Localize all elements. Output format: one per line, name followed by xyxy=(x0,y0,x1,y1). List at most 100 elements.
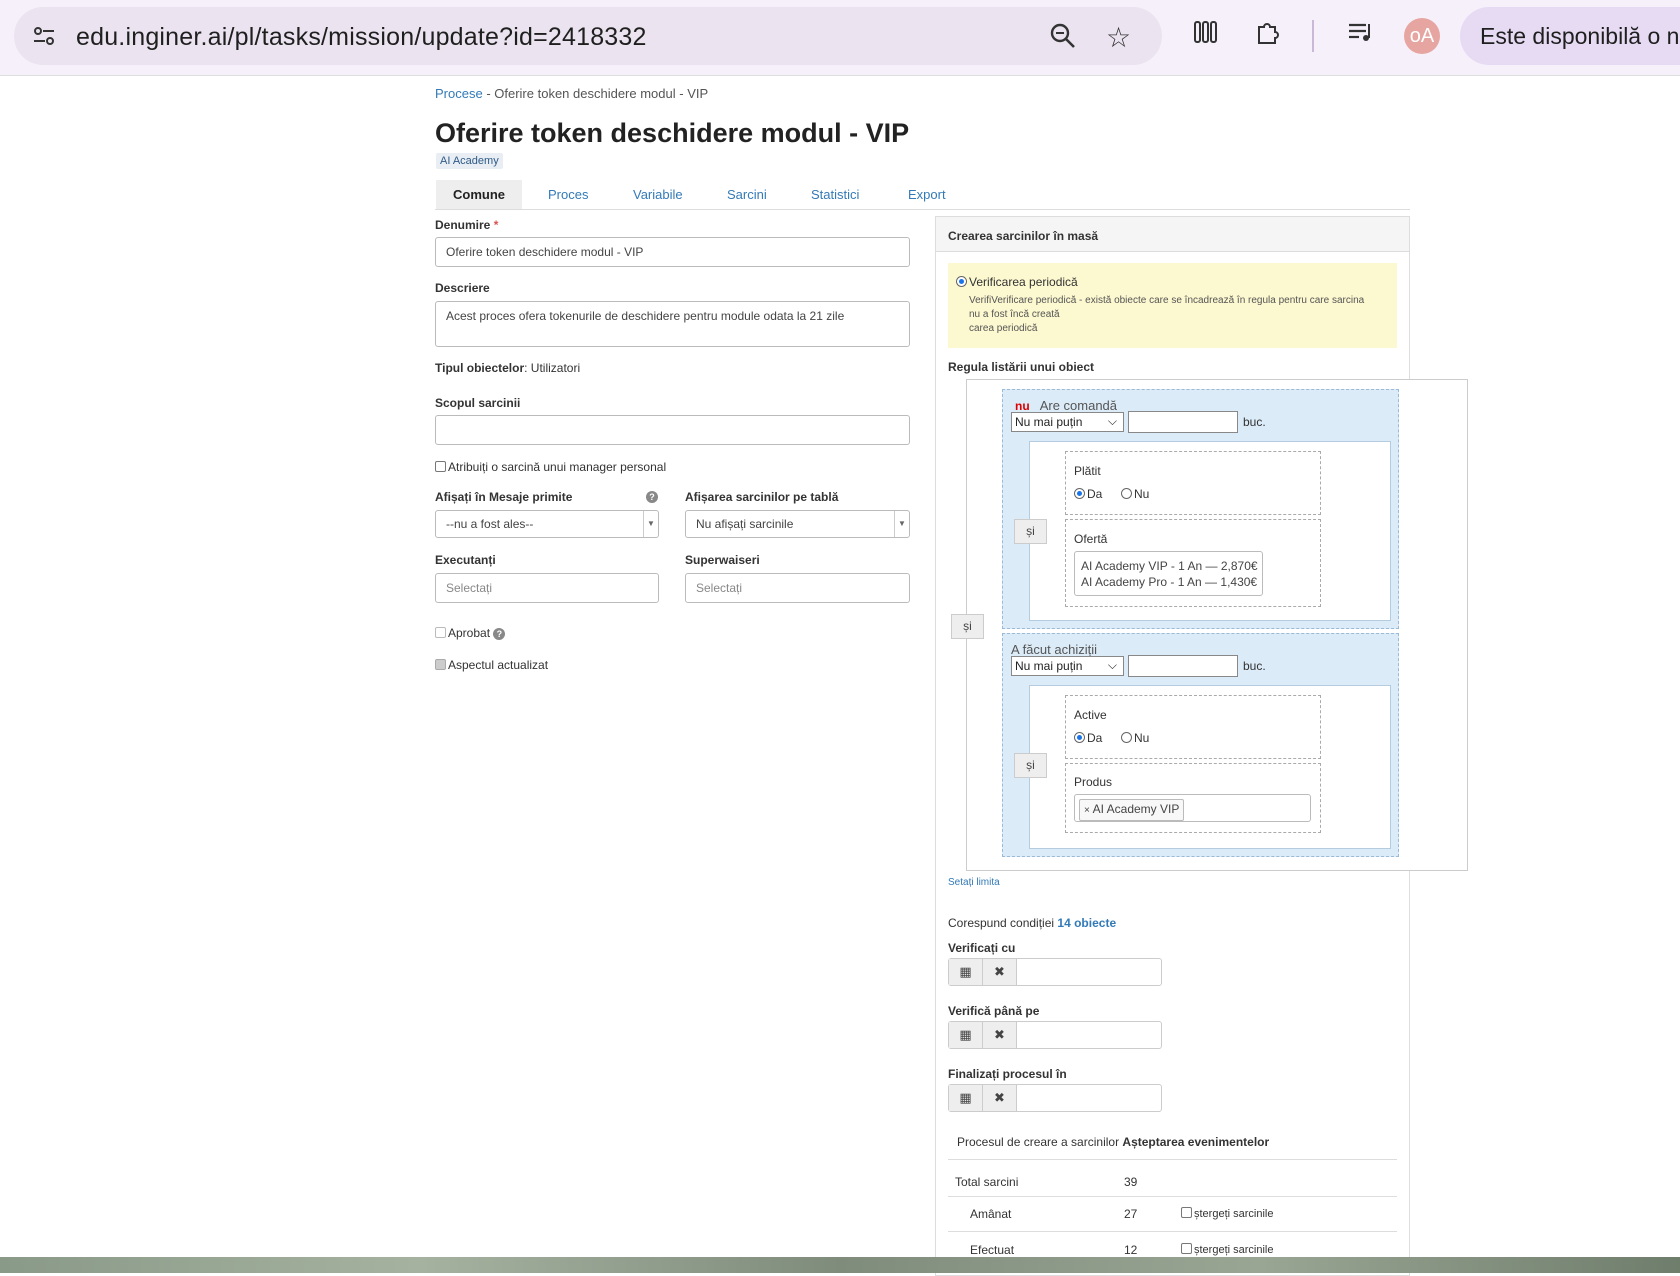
help-icon[interactable]: ? xyxy=(646,491,658,503)
condition-has-order: nu Are comandă Nu mai puțin ⌵ buc. și Plă… xyxy=(1002,389,1399,629)
bookmark-star-icon[interactable]: ☆ xyxy=(1106,21,1131,54)
stats-value: 39 xyxy=(1124,1175,1138,1189)
offer-option[interactable]: AI Academy Pro - 1 An — 1,430€ xyxy=(1081,574,1257,590)
zoom-icon[interactable] xyxy=(1050,23,1076,49)
bulk-task-panel: Crearea sarcinilor în masă Verificarea p… xyxy=(935,216,1468,1276)
tab-export[interactable]: Export xyxy=(908,180,946,209)
and-button[interactable]: și xyxy=(1014,519,1047,544)
profile-avatar[interactable]: oA xyxy=(1404,18,1440,54)
remove-chip-icon[interactable]: × xyxy=(1084,805,1093,816)
inbox-select[interactable]: --nu a fost ales-- ▼ xyxy=(435,510,659,538)
toolbar-divider xyxy=(1312,20,1314,52)
match-summary: Corespund condiției 14 obiecte xyxy=(948,916,1117,930)
tab-sarcini[interactable]: Sarcini xyxy=(727,180,767,209)
check-from-date[interactable]: ▦ ✖ xyxy=(948,958,1162,986)
match-count-link[interactable]: 14 obiecte xyxy=(1057,916,1116,930)
calendar-icon[interactable]: ▦ xyxy=(949,959,983,985)
url-text[interactable]: edu.inginer.ai/pl/tasks/mission/update?i… xyxy=(76,23,647,52)
update-available-button[interactable]: Este disponibilă o n xyxy=(1460,7,1680,65)
quantity-input[interactable] xyxy=(1128,655,1238,677)
object-type: Tipul obiectelor: Utilizatori xyxy=(435,361,581,375)
delete-done-checkbox[interactable]: ștergeți sarcinile xyxy=(1181,1243,1273,1256)
paid-yes-radio[interactable]: Da xyxy=(1074,487,1102,501)
help-icon[interactable]: ? xyxy=(493,628,506,640)
stats-value: 12 xyxy=(1124,1243,1138,1257)
browser-toolbar: edu.inginer.ai/pl/tasks/mission/update?i… xyxy=(0,0,1680,76)
active-yes-radio[interactable]: Da xyxy=(1074,731,1102,745)
offer-multiselect[interactable]: AI Academy VIP - 1 An — 2,870€ AI Academ… xyxy=(1074,551,1263,596)
description-label: Descriere xyxy=(435,281,490,295)
assign-manager-checkbox[interactable]: Atribuiți o sarcină unui manager persona… xyxy=(435,460,666,474)
breadcrumb-link-procese[interactable]: Procese xyxy=(435,86,483,101)
product-filter: Produs × AI Academy VIP xyxy=(1065,763,1321,833)
page-title: Oferire token deschidere modul - VIP xyxy=(435,118,910,148)
check-until-date[interactable]: ▦ ✖ xyxy=(948,1021,1162,1049)
board-select[interactable]: Nu afișați sarcinile ▼ xyxy=(685,510,910,538)
offer-option[interactable]: AI Academy VIP - 1 An — 2,870€ xyxy=(1081,558,1258,574)
process-status: Procesul de creare a sarcinilor Așteptar… xyxy=(957,1135,1270,1149)
subcondition-group: și Active Da Nu Produs × AI Academy VIP xyxy=(1014,685,1391,849)
tab-proces[interactable]: Proces xyxy=(548,180,588,209)
tab-variabile[interactable]: Variabile xyxy=(633,180,683,209)
product-multiselect[interactable]: × AI Academy VIP xyxy=(1074,794,1311,822)
operator-select[interactable]: Nu mai puțin ⌵ xyxy=(1011,656,1124,676)
inbox-label: Afișați în Mesaje primite xyxy=(435,490,573,504)
condition-made-purchases: A făcut achiziții Nu mai puțin ⌵ buc. și … xyxy=(1002,633,1399,857)
check-from-label: Verificați cu xyxy=(948,941,1016,955)
scope-input[interactable] xyxy=(435,415,910,445)
product-chip: × AI Academy VIP xyxy=(1079,799,1185,821)
stats-label: Amânat xyxy=(970,1207,1012,1221)
operator-select[interactable]: Nu mai puțin ⌵ xyxy=(1011,412,1124,432)
finish-date[interactable]: ▦ ✖ xyxy=(948,1084,1162,1112)
delete-postponed-checkbox[interactable]: ștergeți sarcinile xyxy=(1181,1207,1273,1220)
layout-updated-checkbox: Aspectul actualizat xyxy=(435,658,548,672)
media-playlist-icon[interactable] xyxy=(1346,18,1374,53)
quantity-input[interactable] xyxy=(1128,411,1238,433)
name-input[interactable]: Oferire token deschidere modul - VIP xyxy=(435,237,910,267)
description-textarea[interactable]: Acest proces ofera tokenurile de deschid… xyxy=(435,301,910,347)
tab-bar: Comune Proces Variabile Sarcini Statisti… xyxy=(435,180,1410,210)
check-until-label: Verifică până pe xyxy=(948,1004,1040,1018)
chevron-down-icon: ⌵ xyxy=(1107,414,1117,428)
clear-icon[interactable]: ✖ xyxy=(983,1022,1017,1048)
negation-toggle[interactable]: nu xyxy=(1015,399,1030,413)
rule-label: Regula listării unui obiect xyxy=(948,360,1095,374)
executors-label: Executanți xyxy=(435,553,496,567)
stats-label: Efectuat xyxy=(970,1243,1015,1257)
calendar-icon[interactable]: ▦ xyxy=(949,1022,983,1048)
offer-filter: Ofertă AI Academy VIP - 1 An — 2,870€ AI… xyxy=(1065,519,1321,607)
supervisors-label: Superwaiseri xyxy=(685,553,760,567)
extensions-menu-icon[interactable] xyxy=(1192,18,1220,53)
paid-no-radio[interactable]: Nu xyxy=(1121,487,1149,501)
tab-comune[interactable]: Comune xyxy=(436,180,522,209)
clear-icon[interactable]: ✖ xyxy=(983,959,1017,985)
subcondition-group: și Plătit Da Nu Ofertă AI Academy VIP - … xyxy=(1014,441,1391,621)
supervisors-select[interactable]: Selectați xyxy=(685,573,910,603)
and-button[interactable]: și xyxy=(951,614,984,639)
periodic-check-box: Verificarea periodică VerifiVerificare p… xyxy=(948,263,1397,348)
stats-value: 27 xyxy=(1124,1207,1138,1221)
and-button[interactable]: și xyxy=(1014,753,1047,778)
puzzle-icon[interactable] xyxy=(1254,18,1282,53)
address-bar[interactable]: edu.inginer.ai/pl/tasks/mission/update?i… xyxy=(14,7,1162,65)
stats-label: Total sarcini xyxy=(955,1175,1019,1189)
periodic-radio[interactable]: Verificarea periodică xyxy=(956,275,1078,289)
approved-checkbox[interactable]: Aprobat ? xyxy=(435,626,506,640)
project-tag[interactable]: AI Academy xyxy=(436,153,503,169)
clear-icon[interactable]: ✖ xyxy=(983,1085,1017,1111)
finish-label: Finalizați procesul în xyxy=(948,1067,1067,1081)
tab-statistici[interactable]: Statistici xyxy=(811,180,859,209)
chevron-down-icon: ⌵ xyxy=(1107,658,1117,672)
calendar-icon[interactable]: ▦ xyxy=(949,1085,983,1111)
panel-title: Crearea sarcinilor în masă xyxy=(936,217,1409,252)
site-settings-icon[interactable] xyxy=(32,24,56,48)
set-limit-link[interactable]: Setați limita xyxy=(948,877,1000,888)
executors-select[interactable]: Selectați xyxy=(435,573,659,603)
scope-label: Scopul sarcinii xyxy=(435,396,521,410)
name-label: Denumire * xyxy=(435,218,499,232)
rule-builder: și nu Are comandă Nu mai puțin ⌵ buc. și … xyxy=(951,379,1468,871)
board-label: Afișarea sarcinilor pe tablă xyxy=(685,490,839,504)
active-filter: Active Da Nu xyxy=(1065,695,1321,759)
desktop-background-strip xyxy=(0,1257,1680,1273)
active-no-radio[interactable]: Nu xyxy=(1121,731,1149,745)
